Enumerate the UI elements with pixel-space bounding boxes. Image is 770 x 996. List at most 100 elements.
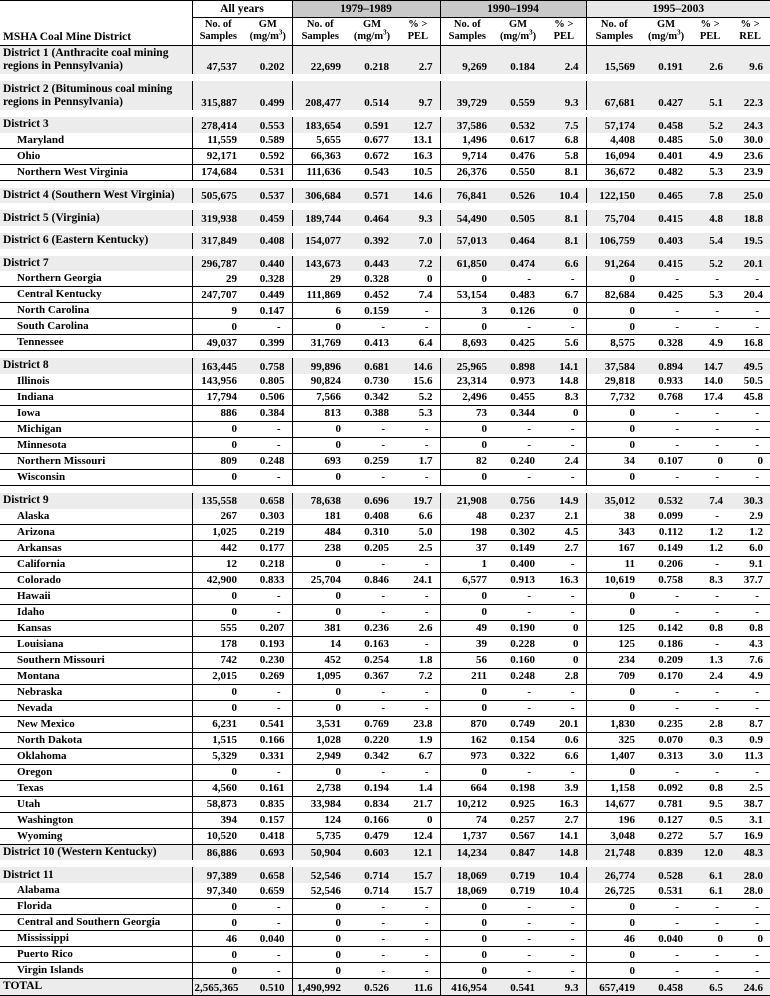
cell-value: - <box>381 900 386 913</box>
cell-value: 0.272 <box>658 830 684 843</box>
cell-value: 0.505 <box>494 210 543 226</box>
cell-value: 1.7 <box>418 455 433 468</box>
row-label: Mississippi <box>17 932 69 945</box>
cell-value: 14,234 <box>439 844 495 861</box>
cell-value: 5.2 <box>418 391 433 404</box>
cell-value: 12.1 <box>396 844 441 861</box>
cell-value: - <box>527 686 532 699</box>
cell-value: 0.219 <box>259 526 285 539</box>
col-header-pel-1979: % > PEL <box>396 17 441 46</box>
cell-value: 21.7 <box>413 798 433 811</box>
cell-value: 809 <box>191 453 244 470</box>
cell-value: 234 <box>585 652 643 669</box>
row-label: District 8 <box>0 358 192 374</box>
cell-value: 24.1 <box>413 574 433 587</box>
row-spacer <box>0 225 770 233</box>
cell-value: 8.1 <box>542 232 587 249</box>
cell-value: 0.427 <box>642 81 691 111</box>
row-label: Ohio <box>17 149 41 162</box>
cell-value: 29 <box>191 271 244 287</box>
cell-value: 0.659 <box>259 884 285 897</box>
cell-value: - <box>755 304 760 317</box>
corner-header-label: MSHA Coal Mine District <box>0 0 192 46</box>
cell-value: 23,314 <box>439 373 495 390</box>
cell-value: 50.5 <box>743 375 764 388</box>
cell-value: 2,738 <box>291 780 349 797</box>
cell-value: 0.443 <box>348 255 397 272</box>
cell-value: 4.9 <box>749 670 764 683</box>
cell-value: 61,850 <box>439 255 495 272</box>
cell-value: - <box>715 606 720 619</box>
cell-value: 0.107 <box>658 455 684 468</box>
cell-value: 0.236 <box>364 622 390 635</box>
cell-value: 0.342 <box>364 391 390 404</box>
cell-value: 5.1 <box>690 81 731 111</box>
cell-value: 211 <box>439 668 495 685</box>
cell-value: 15.7 <box>413 884 433 897</box>
cell-value: 0 <box>573 654 579 667</box>
row-spacer <box>0 203 770 211</box>
cell-value: 75,704 <box>585 210 643 226</box>
cell-value: 0.719 <box>494 867 543 884</box>
cell-value: 0 <box>191 421 244 438</box>
cell-value: - <box>675 407 680 420</box>
row-label: District 11 <box>0 867 192 884</box>
cell-value: 0.526 <box>494 187 543 204</box>
cell-value: 0.514 <box>348 81 397 111</box>
table-row-region: Michigan 0-0- -0- -0- - - <box>0 421 770 438</box>
cell-value: 0.835 <box>259 798 285 811</box>
cell-value: 48.3 <box>730 844 770 861</box>
cell-value: - <box>755 964 760 977</box>
cell-value: - <box>715 900 720 913</box>
cell-value: 0.758 <box>244 358 293 374</box>
cell-value: 0.070 <box>658 734 684 747</box>
cell-value: 7.2 <box>418 670 433 683</box>
spacer-cell <box>0 110 770 118</box>
cell-value: 7,566 <box>291 389 349 406</box>
cell-value: - <box>527 932 532 945</box>
cell-value: - <box>755 590 760 603</box>
cell-value: 1.4 <box>418 782 433 795</box>
cell-value: 111,869 <box>291 286 349 303</box>
cell-value: 1,095 <box>291 668 349 685</box>
cell-value: 124 <box>291 812 349 829</box>
cell-value: - <box>570 686 575 699</box>
cell-value: 15.7 <box>396 867 441 884</box>
cell-value: - <box>570 558 575 571</box>
row-label: District 3 <box>0 117 192 133</box>
cell-value: 0.719 <box>510 884 536 897</box>
row-label: District 7 <box>0 255 192 272</box>
cell-value: 0.834 <box>364 798 390 811</box>
cell-value: 0.537 <box>244 187 293 204</box>
cell-value: 267 <box>191 508 244 525</box>
cell-value: 0.781 <box>658 798 684 811</box>
cell-value: 0 <box>439 437 495 454</box>
cell-value: - <box>381 423 386 436</box>
cell-value: 0.302 <box>510 526 536 539</box>
cell-value: 5.0 <box>418 526 433 539</box>
cell-value: 2.7 <box>396 45 441 75</box>
cell-value: 162 <box>439 732 495 749</box>
cell-value: 9.3 <box>542 81 587 111</box>
cell-value: 52,546 <box>291 867 349 884</box>
cell-value: 0.193 <box>259 638 285 651</box>
cell-value: 10,619 <box>585 572 643 589</box>
cell-value: 2,565,365 <box>191 978 244 996</box>
cell-value: - <box>570 590 575 603</box>
cell-value: 2.5 <box>749 782 764 795</box>
cell-value: 0.269 <box>259 670 285 683</box>
cell-value: 1,025 <box>191 524 244 541</box>
cell-value: 0.677 <box>364 134 390 147</box>
cell-value: - <box>527 900 532 913</box>
cell-value: 48 <box>439 508 495 525</box>
cell-value: 1.9 <box>418 734 433 747</box>
cell-value: 38.7 <box>743 798 764 811</box>
cell-value: 2.5 <box>418 542 433 555</box>
cell-value: 0 <box>291 469 349 486</box>
cell-value: 0.425 <box>510 336 536 349</box>
row-label: Alabama <box>17 884 60 897</box>
cell-value: 0.455 <box>510 391 536 404</box>
cell-value: 6 <box>291 302 349 319</box>
cell-value: 2.4 <box>542 45 587 75</box>
cell-value: 2.8 <box>564 670 579 683</box>
